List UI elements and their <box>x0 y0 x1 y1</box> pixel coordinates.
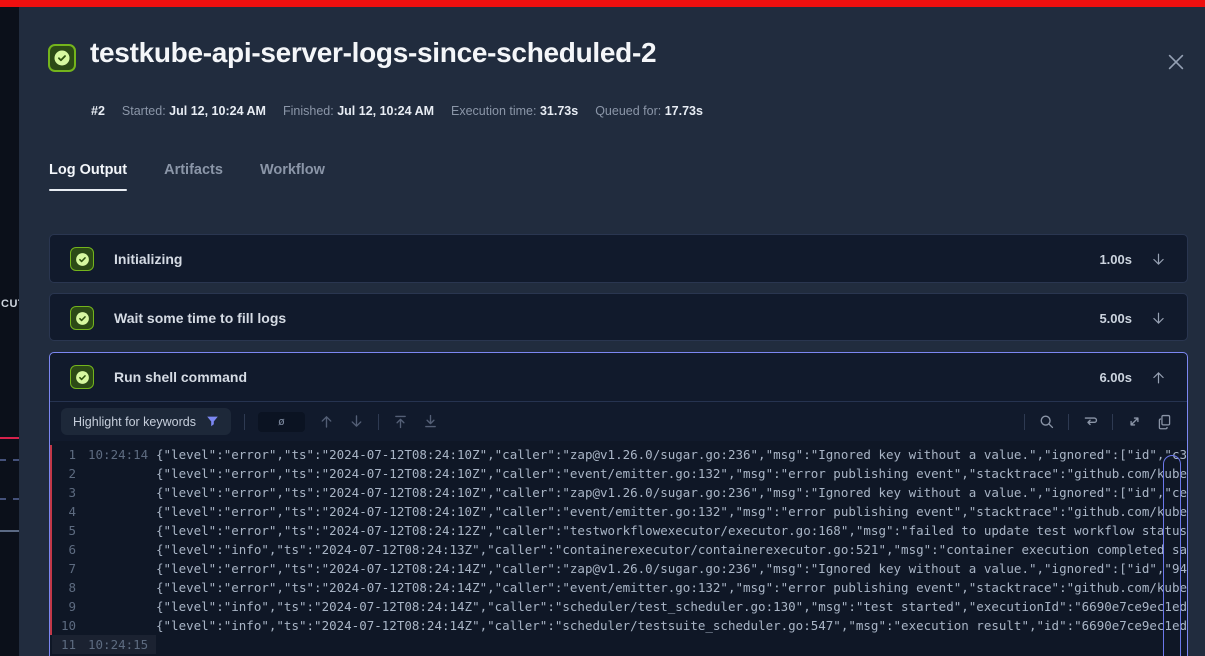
step-header[interactable]: Initializing 1.00s <box>50 235 1187 283</box>
background-red-line <box>0 437 19 439</box>
toolbar-divider <box>244 414 245 430</box>
status-passed-icon <box>70 306 94 330</box>
expand-fullscreen-icon[interactable] <box>1126 413 1143 430</box>
toolbar-divider <box>1112 414 1113 430</box>
highlight-keywords-label: Highlight for keywords <box>73 415 196 429</box>
chevron-down-icon[interactable] <box>1150 251 1167 268</box>
log-text: {"level":"error","ts":"2024-07-12T08:24:… <box>156 502 1187 521</box>
log-text: {"level":"error","ts":"2024-07-12T08:24:… <box>156 445 1187 464</box>
step-title: Wait some time to fill logs <box>114 310 286 326</box>
log-line-number: 2 <box>52 464 76 483</box>
log-scrollbar-thumb[interactable] <box>1163 455 1181 656</box>
log-line: 4 {"level":"error","ts":"2024-07-12T08:24… <box>50 502 1187 521</box>
log-viewer[interactable]: 1 10:24:14 {"level":"error","ts":"2024-07-… <box>50 441 1187 656</box>
status-passed-icon <box>70 247 94 271</box>
highlight-keywords-button[interactable]: Highlight for keywords <box>61 408 231 435</box>
log-line: 1 10:24:14 {"level":"error","ts":"2024-07-… <box>50 445 1187 464</box>
log-line: 10 {"level":"info","ts":"2024-07-12T08:24… <box>50 616 1187 635</box>
step-title: Run shell command <box>114 369 247 385</box>
previous-match-icon[interactable] <box>318 413 335 430</box>
log-line-number: 1 <box>52 445 76 464</box>
log-line-number: 9 <box>52 597 76 616</box>
toolbar-divider <box>1024 414 1025 430</box>
log-toolbar: Highlight for keywords ø <box>50 401 1187 441</box>
step-duration: 1.00s <box>1099 252 1132 267</box>
step-title: Initializing <box>114 251 182 267</box>
execution-drawer: testkube-api-server-logs-since-scheduled… <box>19 7 1205 656</box>
background-text-fragment: CUT <box>1 298 19 310</box>
log-text: {"level":"info","ts":"2024-07-12T08:24:1… <box>156 597 1187 616</box>
log-line-number: 4 <box>52 502 76 521</box>
meta-finished: Finished: Jul 12, 10:24 AM <box>283 104 434 118</box>
tab-bar: Log Output Artifacts Workflow <box>49 162 325 191</box>
chevron-up-icon[interactable] <box>1150 369 1167 386</box>
toolbar-divider <box>378 414 379 430</box>
page-title: testkube-api-server-logs-since-scheduled… <box>90 37 656 69</box>
background-page-sliver: CUT <box>0 7 19 656</box>
log-text: {"level":"info","ts":"2024-07-12T08:24:1… <box>156 540 1187 559</box>
log-line-number: 8 <box>52 578 76 597</box>
execution-meta: #2 Started: Jul 12, 10:24 AM Finished: J… <box>91 104 703 118</box>
log-text: {"level":"error","ts":"2024-07-12T08:24:… <box>156 464 1187 483</box>
toolbar-divider <box>1068 414 1069 430</box>
meta-queued-for: Queued for: 17.73s <box>595 104 703 118</box>
wrap-text-icon[interactable] <box>1082 413 1099 430</box>
log-line-number: 5 <box>52 521 76 540</box>
log-timestamp: 10:24:15 <box>88 635 148 654</box>
background-solid-line <box>0 530 19 532</box>
background-dashed-line <box>0 459 19 461</box>
background-dashed-line <box>0 498 19 500</box>
log-text: {"level":"error","ts":"2024-07-12T08:24:… <box>156 559 1187 578</box>
match-count-badge: ø <box>258 412 305 432</box>
log-text: {"level":"error","ts":"2024-07-12T08:24:… <box>156 483 1187 502</box>
tab-workflow[interactable]: Workflow <box>260 162 325 191</box>
log-text: {"level":"info","ts":"2024-07-12T08:24:1… <box>156 616 1187 635</box>
meta-execution-time: Execution time: 31.73s <box>451 104 578 118</box>
step-card-wait-logs: Wait some time to fill logs 5.00s <box>49 293 1188 341</box>
log-text: {"level":"error","ts":"2024-07-12T08:24:… <box>156 578 1187 597</box>
log-line: 11 10:24:15 <box>50 635 1187 654</box>
screen-recording-border <box>0 0 1205 7</box>
log-line-number: 7 <box>52 559 76 578</box>
scroll-to-bottom-icon[interactable] <box>422 413 439 430</box>
log-line: 3 {"level":"error","ts":"2024-07-12T08:24… <box>50 483 1187 502</box>
copy-icon[interactable] <box>1156 413 1173 430</box>
log-line: 9 {"level":"info","ts":"2024-07-12T08:24:… <box>50 597 1187 616</box>
chevron-down-icon[interactable] <box>1150 310 1167 327</box>
log-timestamp: 10:24:14 <box>88 445 148 464</box>
meta-started: Started: Jul 12, 10:24 AM <box>122 104 266 118</box>
log-line-number: 6 <box>52 540 76 559</box>
log-line-number: 3 <box>52 483 76 502</box>
log-line: 8 {"level":"error","ts":"2024-07-12T08:24… <box>50 578 1187 597</box>
next-match-icon[interactable] <box>348 413 365 430</box>
tab-artifacts[interactable]: Artifacts <box>164 162 223 191</box>
log-line: 5 {"level":"error","ts":"2024-07-12T08:24… <box>50 521 1187 540</box>
log-line-number: 11 <box>52 635 76 654</box>
step-duration: 6.00s <box>1099 370 1132 385</box>
log-line: 6 {"level":"info","ts":"2024-07-12T08:24:… <box>50 540 1187 559</box>
log-line: 2 {"level":"error","ts":"2024-07-12T08:24… <box>50 464 1187 483</box>
filter-icon <box>206 415 219 428</box>
step-card-run-shell-command: Run shell command 6.00s Highlight for ke… <box>49 352 1188 656</box>
step-header[interactable]: Run shell command 6.00s <box>50 353 1187 401</box>
step-header[interactable]: Wait some time to fill logs 5.00s <box>50 294 1187 342</box>
scroll-to-top-icon[interactable] <box>392 413 409 430</box>
status-passed-icon <box>70 365 94 389</box>
step-card-initializing: Initializing 1.00s <box>49 234 1188 283</box>
log-line: 7 {"level":"error","ts":"2024-07-12T08:24… <box>50 559 1187 578</box>
log-lines: 1 10:24:14 {"level":"error","ts":"2024-07-… <box>50 445 1187 654</box>
status-passed-icon <box>48 44 76 72</box>
tab-log-output[interactable]: Log Output <box>49 162 127 191</box>
execution-number: #2 <box>91 104 105 118</box>
log-text: {"level":"error","ts":"2024-07-12T08:24:… <box>156 521 1187 540</box>
search-icon[interactable] <box>1038 413 1055 430</box>
close-icon[interactable] <box>1165 51 1187 73</box>
step-duration: 5.00s <box>1099 311 1132 326</box>
log-line-number: 10 <box>52 616 76 635</box>
